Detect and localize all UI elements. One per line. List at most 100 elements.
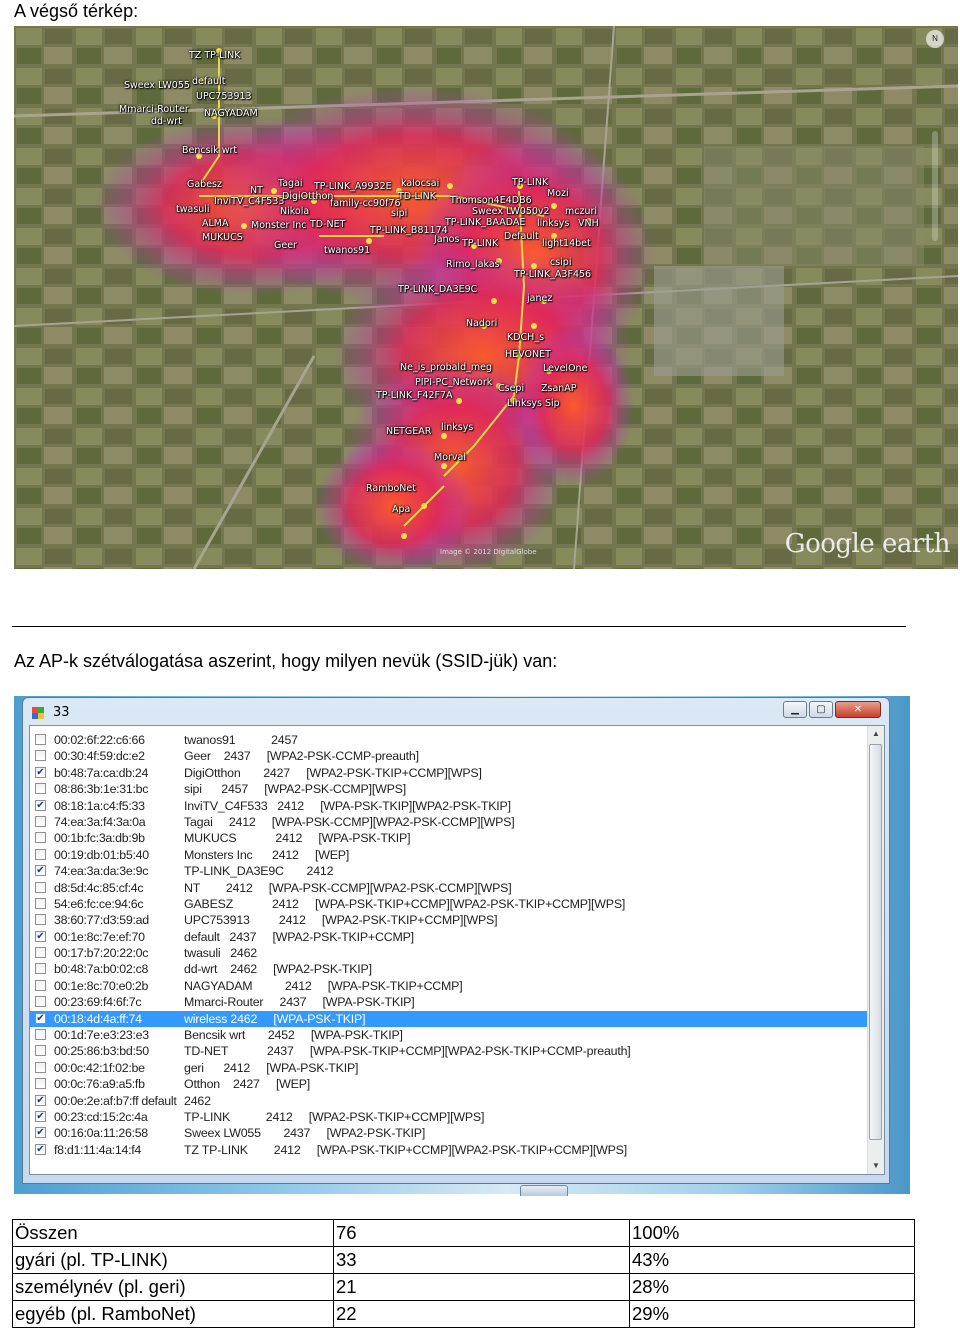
row-checkbox[interactable] xyxy=(35,897,46,909)
list-item[interactable]: ✔ 08:18:1a:c4:f5:33 InviTV_C4F533 2412 [WP… xyxy=(30,798,868,814)
row-checkbox[interactable] xyxy=(35,947,46,959)
row-checkbox[interactable] xyxy=(35,881,46,893)
list-item[interactable]: ✔ 00:18:4d:4a:ff:74 wireless 2462 [WPA-PSK… xyxy=(30,1010,868,1028)
ap-map-label[interactable]: UPC753913 xyxy=(196,91,252,102)
ap-map-label[interactable]: Mmarci-Router xyxy=(119,104,189,115)
list-item[interactable]: 00:25:86:b3:bd:50 TD-NET 2437 [WPA-PSK-TK… xyxy=(30,1043,868,1059)
ap-map-label[interactable]: Csepi xyxy=(498,383,524,394)
ap-map-label[interactable]: Nadori xyxy=(466,318,497,329)
ap-map-label[interactable]: Mozi xyxy=(547,188,569,199)
row-checkbox[interactable] xyxy=(35,979,46,991)
ap-map-label[interactable]: TP-LINK xyxy=(512,177,548,188)
row-checkbox[interactable] xyxy=(35,914,46,926)
ap-map-label[interactable]: Gabesz xyxy=(187,179,222,190)
vertical-scrollbar[interactable]: ▲ ▼ xyxy=(867,726,884,1174)
row-checkbox[interactable] xyxy=(35,750,46,762)
list-item[interactable]: 00:23:69:f4:6f:7c Mmarci-Router 2437 [WPA… xyxy=(30,994,868,1010)
list-item[interactable]: 00:17:b7:20:22:0c twasuli 2462 xyxy=(30,945,868,961)
row-checkbox[interactable]: ✔ xyxy=(35,799,46,811)
ap-map-label[interactable]: Sweex LW055 xyxy=(124,80,190,91)
list-item[interactable]: 00:19:db:01:b5:40 Monsters Inc 2412 [WEP] xyxy=(30,847,868,863)
row-checkbox[interactable] xyxy=(35,734,46,745)
list-item[interactable]: ✔ 00:1e:8c:7e:ef:70 default 2437 [WPA2-PSK… xyxy=(30,929,868,945)
ap-map-label[interactable]: MUKUCS xyxy=(202,232,243,243)
ap-map-label[interactable]: RamboNet xyxy=(366,483,416,494)
checked-list-box[interactable]: 00:02:6f:22:c6:66 twanos91 2457 00:30:4f:5… xyxy=(29,725,885,1175)
row-checkbox[interactable]: ✔ xyxy=(35,930,46,942)
list-item[interactable]: 54:e6:fc:ce:94:6c GABESZ 2412 [WPA-PSK-TK… xyxy=(30,896,868,912)
ap-map-label[interactable]: DigiOtthon xyxy=(282,191,333,202)
row-checkbox[interactable] xyxy=(35,848,46,860)
ap-map-label[interactable]: TD-NET xyxy=(310,219,345,230)
ap-map-label[interactable]: Sweex LW050v2 xyxy=(472,206,550,217)
row-checkbox[interactable] xyxy=(35,996,46,1008)
ap-map-label[interactable]: twasuli xyxy=(176,204,210,215)
ap-map-label[interactable]: NAGYADAM xyxy=(204,108,258,119)
ap-map-label[interactable]: light14bet xyxy=(542,238,591,249)
ap-map-label[interactable]: KDCH_s xyxy=(507,332,544,343)
row-checkbox[interactable] xyxy=(35,815,46,827)
close-button[interactable]: ✕ xyxy=(835,701,881,718)
ap-map-label[interactable]: TZ TP-LINK xyxy=(189,50,241,61)
ap-map-label[interactable]: kalocsai xyxy=(401,178,439,189)
list-item[interactable]: ✔ 00:23:cd:15:2c:4a TP-LINK 2412 [WPA2-PSK… xyxy=(30,1109,868,1125)
list-item[interactable]: 00:1b:fc:3a:db:9b MUKUCS 2412 [WPA-PSK-TK… xyxy=(30,830,868,846)
ap-map-label[interactable]: LevelOne xyxy=(543,363,587,374)
ap-map-label[interactable]: Janos xyxy=(434,234,459,245)
row-checkbox[interactable]: ✔ xyxy=(35,1110,46,1122)
ap-list-window[interactable]: 33 ▁ ▢ ✕ 00:02:6f:22:c6:66 twanos91 2457 0… xyxy=(22,697,890,1184)
ap-map-label[interactable]: default xyxy=(192,76,225,87)
ap-map-label[interactable]: Default xyxy=(504,231,539,242)
ap-map-label[interactable]: Thomson4E4DB6 xyxy=(450,195,532,206)
ap-map-label[interactable]: NETGEAR xyxy=(386,426,431,437)
ap-map-label[interactable]: TP-LINK_BAADAE xyxy=(445,217,525,228)
ap-map-label[interactable]: Linksys Sip xyxy=(507,398,560,409)
row-checkbox[interactable] xyxy=(35,1078,46,1090)
ap-map-label[interactable]: sipi xyxy=(391,208,407,219)
ap-map-label[interactable]: TP-LINK_DA3E9C xyxy=(398,284,477,295)
ap-map-label[interactable]: Apa xyxy=(392,504,410,515)
ap-map-label[interactable]: linksys xyxy=(537,218,569,229)
list-item[interactable]: b0:48:7a:b0:02:c8 dd-wrt 2462 [WPA2-PSK-T… xyxy=(30,961,868,977)
list-item[interactable]: ✔ 00:16:0a:11:26:58 Sweex LW055 2437 [WPA2… xyxy=(30,1125,868,1141)
maximize-button[interactable]: ▢ xyxy=(809,701,833,718)
row-checkbox[interactable] xyxy=(35,783,46,795)
scroll-down-icon[interactable]: ▼ xyxy=(868,1158,884,1174)
list-item[interactable]: 38:60:77:d3:59:ad UPC753913 2412 [WPA2-PS… xyxy=(30,912,868,928)
row-checkbox[interactable]: ✔ xyxy=(35,1012,46,1024)
taskbar-tab[interactable] xyxy=(520,1185,568,1196)
row-checkbox[interactable]: ✔ xyxy=(35,1094,46,1106)
ap-map-label[interactable]: csipi xyxy=(550,257,571,268)
ap-map-label[interactable]: Morval xyxy=(434,452,466,463)
ap-map-label[interactable]: TP-LINK xyxy=(462,238,498,249)
ap-map-label[interactable]: Bencsik wrt xyxy=(182,145,237,156)
list-item[interactable]: ✔ 74:ea:3a:da:3e:9c TP-LINK_DA3E9C 2412 xyxy=(30,863,868,879)
row-checkbox[interactable] xyxy=(35,963,46,975)
list-item[interactable]: ✔ 00:0e:2e:af:b7:ff default 2462 xyxy=(30,1093,868,1109)
ap-map-label[interactable]: ALMA xyxy=(202,218,229,229)
list-item[interactable]: 00:0c:76:a9:a5:fb Otthon 2427 [WEP] xyxy=(30,1076,868,1092)
scroll-up-icon[interactable]: ▲ xyxy=(868,726,884,742)
ap-map-label[interactable]: VNH xyxy=(578,218,599,229)
list-item[interactable]: 00:1d:7e:e3:23:e3 Bencsik wrt 2452 [WPA-P… xyxy=(30,1027,868,1043)
ap-map-label[interactable]: family-cc90f76 xyxy=(330,198,401,209)
ap-map-label[interactable]: HEVONET xyxy=(505,349,551,360)
row-checkbox[interactable]: ✔ xyxy=(35,865,46,877)
ap-map-label[interactable]: Tagai xyxy=(278,178,303,189)
ap-map-label[interactable]: linksys xyxy=(441,422,473,433)
ap-map-label[interactable]: TP-LINK_F42F7A xyxy=(376,390,453,401)
list-item[interactable]: 08:86:3b:1e:31:bc sipi 2457 [WPA2-PSK-CCM… xyxy=(30,781,868,797)
scroll-thumb[interactable] xyxy=(869,744,882,1140)
ap-map-label[interactable]: Nikola xyxy=(280,206,309,217)
ap-map-label[interactable]: PIPI-PC_Network xyxy=(415,377,492,388)
ap-map-label[interactable]: janez xyxy=(527,293,552,304)
row-checkbox[interactable]: ✔ xyxy=(35,766,46,778)
ap-map-label[interactable]: TD-LINK xyxy=(398,191,436,202)
ap-map-label[interactable]: ZsanAP xyxy=(541,383,577,394)
ap-map-label[interactable]: InviTV_C4F533 xyxy=(214,196,284,207)
list-item[interactable]: 74:ea:3a:f4:3a:0a Tagai 2412 [WPA-PSK-CCM… xyxy=(30,814,868,830)
ap-map-label[interactable]: twanos91 xyxy=(324,245,370,256)
row-checkbox[interactable] xyxy=(35,832,46,844)
minimize-button[interactable]: ▁ xyxy=(783,701,807,718)
row-checkbox[interactable] xyxy=(35,1045,46,1057)
